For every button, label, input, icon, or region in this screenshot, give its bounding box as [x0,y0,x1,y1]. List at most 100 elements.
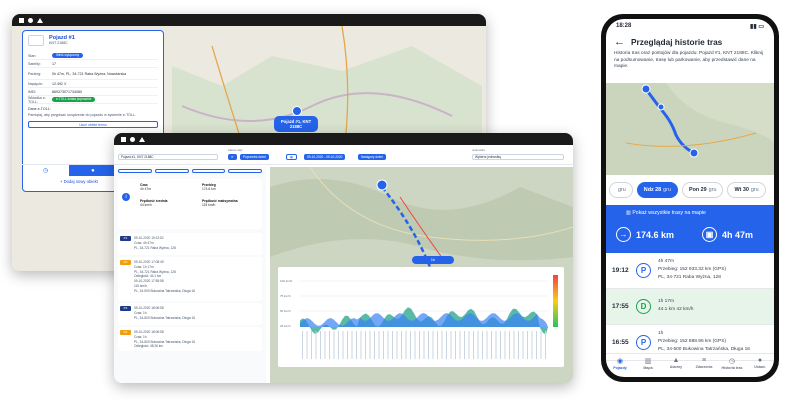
chart-x-tick [527,331,528,359]
chart-x-tick [383,331,384,359]
car-icon: ▣ [702,227,717,242]
refresh-button[interactable]: ⟳ [228,154,237,160]
summary-distance-value: 174.6 km [202,187,216,191]
route-arrow-icon: → [616,227,631,242]
timeline-line: 4h 47m [658,259,674,264]
row-key: Wkładka e-TOLL: [28,95,46,104]
nav-history[interactable]: ◷ Historia tras [718,354,746,377]
chart-x-tick [356,331,357,359]
chart-x-tick [342,331,344,359]
chart-x-tick [432,331,434,359]
timeline-line: Przebieg: 152 888.95 km (GPS) [658,339,726,344]
chart-x-tick [455,331,456,359]
day-name: Wt 30 [734,187,749,193]
chart-y-label: 75 km/h [280,294,291,298]
chart-x-tick [320,331,321,359]
parking-icon: P [636,263,651,278]
vehicle-plate: KNT 2188C [49,41,68,45]
back-arrow-icon[interactable]: ← [614,36,625,48]
route-section[interactable]: P4 09-10-2020 18:06:58 Czas: 1h PL, 34-500 … [118,327,262,351]
bottom-nav: ◉ Pojazdy ▥ Mapa ▲ Alarmy ≡ Zdarzenia ◷ Histo… [606,353,774,377]
route-map[interactable]: 100 km/h 75 km/h 50 km/h 25 km/h [270,167,573,383]
circle-icon [130,136,135,142]
chart-x-tick [365,331,366,359]
etoll-label: Dane e-TOLL: [28,107,51,111]
filter-button[interactable] [191,169,226,173]
next-day-button[interactable]: Następny dzień [358,154,386,160]
summary-avg-value: 44 km/h [140,203,152,207]
chart-x-tick [311,331,312,359]
triangle-icon [139,136,145,142]
triangle-icon [37,17,43,23]
date-range-label: Zakres daty [228,148,243,152]
map-vehicle-marker[interactable]: Pojazd #1, KNT 2188C [274,106,318,132]
phone-map[interactable] [606,83,774,175]
timeline-line: 1h [658,331,664,336]
day-tab[interactable]: gru [609,182,633,198]
etoll-note: Pamiętaj, aby przypisać urządzenie do po… [28,113,136,117]
nav-map[interactable]: ▥ Mapa [634,354,662,377]
vehicle-select[interactable]: Pojazd #1, KNT 2188C [118,154,218,160]
nav-events[interactable]: ≡ Zdarzenia [690,354,718,377]
timeline-item-parking[interactable]: 19:12 P 4h 47m Przebieg: 152 933.32 km (G… [606,253,774,289]
day-name: Ndz 28 [643,187,662,193]
chart-x-tick [540,331,542,359]
filter-buttons [114,167,266,175]
filter-button[interactable] [228,169,262,173]
route-section[interactable]: P1 09-10-2020 19:12:52 Czas: 4h 47m PL, 34-… [118,233,262,255]
chart-x-tick [495,331,497,359]
total-distance: 174.6 km [636,229,675,240]
day-tab-active[interactable]: Ndz 28 gru [636,182,678,198]
chart-x-tick [369,331,371,359]
list-icon: ≡ [701,357,707,364]
summary-card[interactable]: ▥ Pokaż wszystkie trasy na mapie → 174.6 … [606,205,774,253]
chart-x-tick [468,331,470,359]
parking-icon: P [636,335,651,350]
section-line: Odległość: 48.26 km [134,344,164,349]
nav-alarms[interactable]: ▲ Alarmy [662,354,690,377]
chart-x-tick [509,331,510,359]
voltage-value: 12.492 V [52,81,67,86]
chart-x-tick [351,331,353,359]
filter-button[interactable] [154,169,189,173]
clock-icon: ◷ [43,168,49,174]
nav-settings[interactable]: ● Ustaw. [746,354,774,377]
phone-mockup: 18:28 ▮▮ ▭ ← Przeglądaj historie tras His… [601,14,779,382]
add-vehicle-link[interactable]: + Dodaj nowy obiekt [60,179,98,184]
chart-x-tick [333,331,335,359]
route-section[interactable]: P2 09-10-2020 17:08:49 Czas: 1h 17m PL, 34-… [118,257,262,301]
summary-time-value: 4h 47m [140,187,151,191]
status-bar: 18:28 ▮▮ ▭ [606,19,774,33]
row-key: IMEI: [28,89,37,94]
day-date: gru [663,187,671,193]
imei-value: 869373071734080 [52,89,82,94]
circle-icon [28,17,33,23]
route-section[interactable]: P3 09-10-2020 18:06:58 Czas: 1h PL, 34-500 … [118,303,262,325]
nav-label: Ustaw. [754,365,766,369]
speed-legend-bar [553,275,558,327]
tab-location[interactable]: ● [69,164,117,176]
prev-day-button[interactable]: Poprzedni dzień [240,154,269,160]
day-tab[interactable]: Wt 30 gru [727,182,766,198]
unit-select[interactable]: Wybierz jednostkę [472,154,564,160]
date-range-picker[interactable]: 09-10-2020 - 09-10-2020 [304,154,346,160]
day-tab[interactable]: Pon 29 gru [681,182,724,198]
section-number: P3 [120,306,131,311]
chart-x-tick [545,331,546,359]
show-all-routes-link[interactable]: Pokaż wszystkie trasy na mapie [632,210,706,216]
summary-box[interactable]: i Czas 4h 47m Przebieg 174.6 km Prędkość ś… [118,179,262,229]
car-icon: D [636,299,651,314]
calendar-button[interactable]: ▦ [286,154,298,160]
delete-object-button[interactable]: Usuń obiekt termo [28,121,158,128]
row-key: Satelity: [28,61,41,66]
timeline-item-drive[interactable]: 17:55 D 1h 17m 44.1 km 42 km/h [606,289,774,325]
bell-icon: ▲ [672,357,680,364]
nav-vehicles[interactable]: ◉ Pojazdy [606,354,634,377]
timeline-time: 19:12 [612,267,629,274]
timeline-line: PL, 34-721 Raba Wyżna, 128 [658,275,721,280]
route-label[interactable]: 1h [412,256,454,264]
dot-icon [19,17,24,23]
car-icon [28,35,44,46]
tab-details[interactable]: ◷ [22,164,70,176]
filter-button[interactable] [118,169,152,173]
